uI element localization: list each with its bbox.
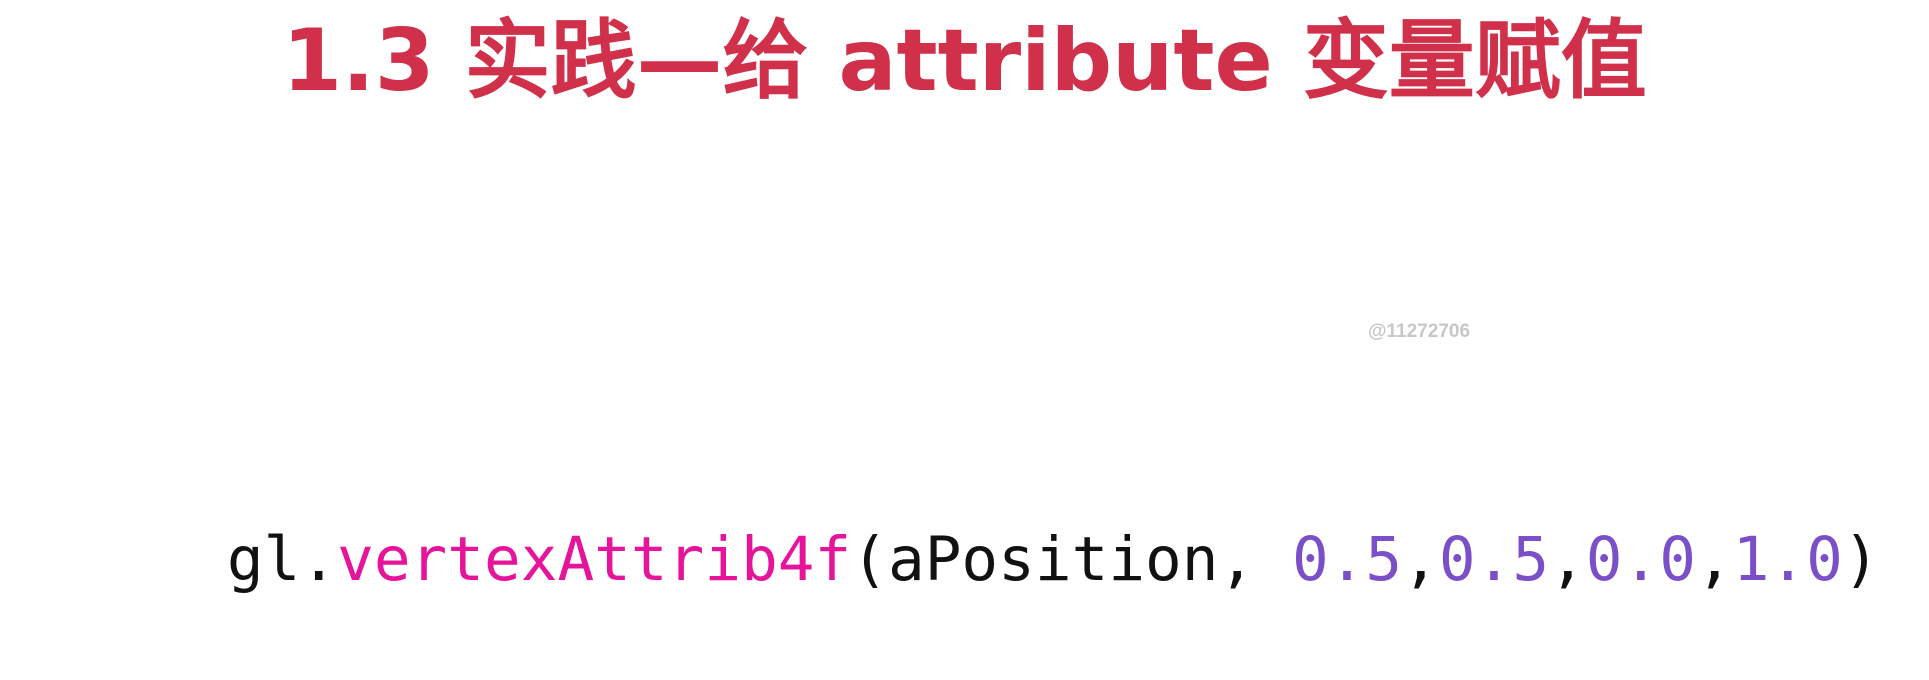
code-number: 0.5 xyxy=(1438,524,1550,595)
code-line: gl.vertexAttrib4f(aPosition, 0.5,0.5,0.0… xyxy=(80,440,1880,680)
code-close-paren: ) xyxy=(1842,524,1880,595)
watermark-id: @11272706 xyxy=(1368,321,1471,342)
code-open-args: (aPosition, xyxy=(851,524,1292,595)
code-method: vertexAttrib4f xyxy=(337,524,852,595)
slide: 1.3 实践—给 attribute 变量赋值 @11272706 gl.ver… xyxy=(0,0,1929,604)
code-separator: , xyxy=(1402,524,1439,595)
code-object: gl. xyxy=(226,524,338,595)
code-number: 0.5 xyxy=(1291,524,1403,595)
code-separator: , xyxy=(1549,524,1586,595)
slide-title: 1.3 实践—给 attribute 变量赋值 xyxy=(282,11,1647,111)
code-number: 1.0 xyxy=(1732,524,1843,595)
code-number: 0.0 xyxy=(1585,524,1696,595)
code-separator: , xyxy=(1695,524,1733,595)
